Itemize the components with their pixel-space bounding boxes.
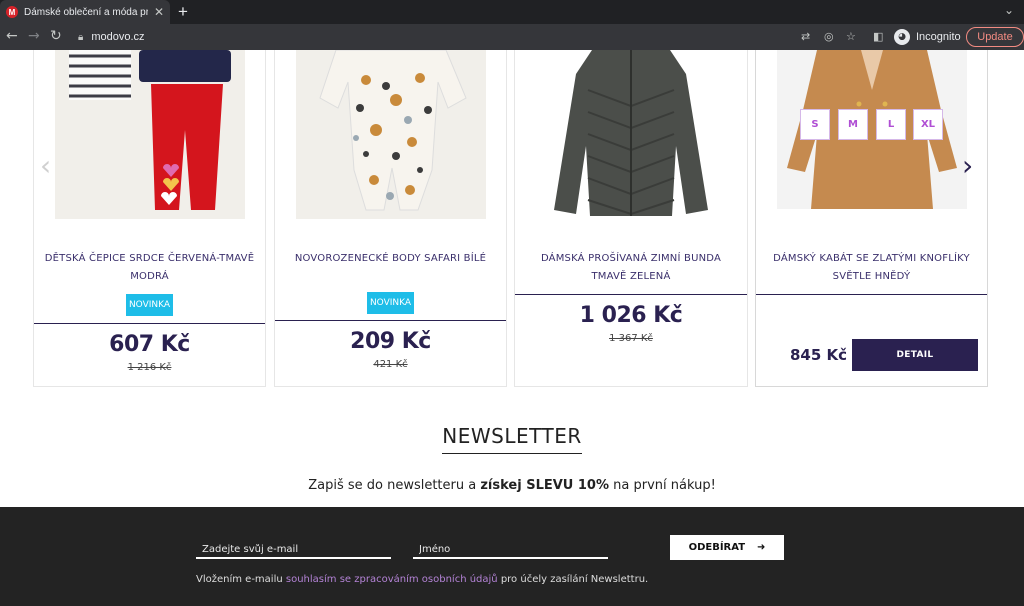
product-old-price: 421 Kč [373,359,408,370]
name-input[interactable] [413,539,608,560]
back-arrow-icon[interactable]: ← [6,28,18,44]
name-field[interactable] [413,537,608,560]
detail-button[interactable]: DETAIL [852,339,978,371]
product-price: 607 Kč [109,332,190,357]
translate-icon[interactable]: ⇄ [801,30,810,44]
size-option-m[interactable]: M [838,109,868,140]
product-old-price: 1 367 Kč [609,333,653,344]
incognito-icon: ◕ [894,29,910,45]
product-name[interactable]: DÁMSKÁ PROŠÍVANÁ ZIMNÍ BUNDA TMAVĚ ZELEN… [525,250,737,286]
lock-icon: 🔒︎ [78,31,84,43]
product-image[interactable] [55,50,245,219]
subscribe-button[interactable]: ODEBÍRAT ➜ [670,535,784,560]
product-image[interactable] [536,50,726,219]
product-card[interactable]: DĚTSKÁ ČEPICE SRDCE ČERVENÁ-TMAVĚ MODRÁ … [33,50,266,387]
product-card[interactable]: DÁMSKÁ PROŠÍVANÁ ZIMNÍ BUNDA TMAVĚ ZELEN… [514,50,748,387]
email-input[interactable] [196,539,391,560]
browser-toolbar: ← → ↻ 🔒︎ modovo.cz ⇄ ◎ ☆ ◧ ◕ Incognito U… [0,24,1024,50]
newsletter-discount: získej SLEVU 10% [480,478,610,493]
product-name[interactable]: DÁMSKÝ KABÁT SE ZLATÝMI KNOFLÍKY SVĚTLE … [766,250,977,286]
card-divider [515,294,747,295]
size-option-s[interactable]: S [800,109,830,140]
address-bar[interactable]: 🔒︎ modovo.cz [72,27,862,47]
site-favicon-icon: M [6,6,18,18]
consent-text: Vložením e-mailu souhlasím se zpracování… [196,574,648,585]
card-divider [275,320,506,321]
newsletter-text: Zapiš se do newsletteru a získej SLEVU 1… [0,478,1024,493]
product-price: 1 026 Kč [579,303,683,328]
card-divider [34,323,265,324]
update-button[interactable]: Update [966,27,1024,47]
size-option-l[interactable]: L [876,109,906,140]
incognito-profile[interactable]: ◕ Incognito [894,29,961,45]
consent-text-part: Vložením e-mailu [196,574,286,585]
product-card-hovered[interactable]: S M L XL DÁMSKÝ KABÁT SE ZLATÝMI KNOFLÍK… [755,50,988,387]
consent-text-part: pro účely zasílání Newslettru. [497,574,649,585]
product-price: 845 Kč [790,346,848,364]
newsletter-heading: NEWSLETTER [0,424,1024,454]
new-tab-icon[interactable]: + [178,3,188,20]
product-price: 209 Kč [350,329,431,354]
close-tab-icon[interactable]: ✕ [154,5,164,19]
tab-search-chevron-icon[interactable]: ⌄ [1004,3,1014,17]
side-panel-icon[interactable]: ◧ [873,30,883,44]
email-field[interactable] [196,537,391,560]
arrow-right-icon: ➜ [757,542,766,553]
forward-arrow-icon[interactable]: → [28,28,40,44]
new-badge: NOVINKA [367,292,414,314]
newsletter-form-section: ODEBÍRAT ➜ Vložením e-mailu souhlasím se… [0,507,1024,606]
newsletter-title: NEWSLETTER [442,424,582,454]
card-divider [756,294,987,295]
newsletter-text-part: Zapiš se do newsletteru a [308,478,481,493]
subscribe-label: ODEBÍRAT [688,542,746,553]
browser-tab-bar: M Dámské oblečení a móda pro ž ✕ + ⌄ [0,0,1024,24]
tab-title: Dámské oblečení a móda pro ž [24,6,148,18]
incognito-label: Incognito [916,31,961,43]
newsletter-text-part: na první nákup! [609,478,716,493]
new-badge: NOVINKA [126,294,173,316]
product-old-price: 1 216 Kč [127,362,172,373]
carousel-prev-arrow-icon[interactable]: ‹ [40,150,51,182]
size-option-xl[interactable]: XL [913,109,943,140]
bookmark-star-icon[interactable]: ☆ [846,30,856,44]
reload-icon[interactable]: ↻ [50,28,62,44]
browser-tab[interactable]: M Dámské oblečení a móda pro ž ✕ [0,0,170,24]
privacy-consent-link[interactable]: souhlasím se zpracováním osobních údajů [286,574,498,585]
url-text: modovo.cz [91,31,145,43]
product-card[interactable]: NOVOROZENECKÉ BODY SAFARI BÍLÉ NOVINKA 2… [274,50,507,387]
eye-off-icon[interactable]: ◎ [824,30,834,44]
product-name[interactable]: DĚTSKÁ ČEPICE SRDCE ČERVENÁ-TMAVĚ MODRÁ [44,250,255,286]
product-image[interactable] [296,50,486,219]
product-name[interactable]: NOVOROZENECKÉ BODY SAFARI BÍLÉ [285,250,496,268]
carousel-next-arrow-icon[interactable]: › [962,150,973,182]
